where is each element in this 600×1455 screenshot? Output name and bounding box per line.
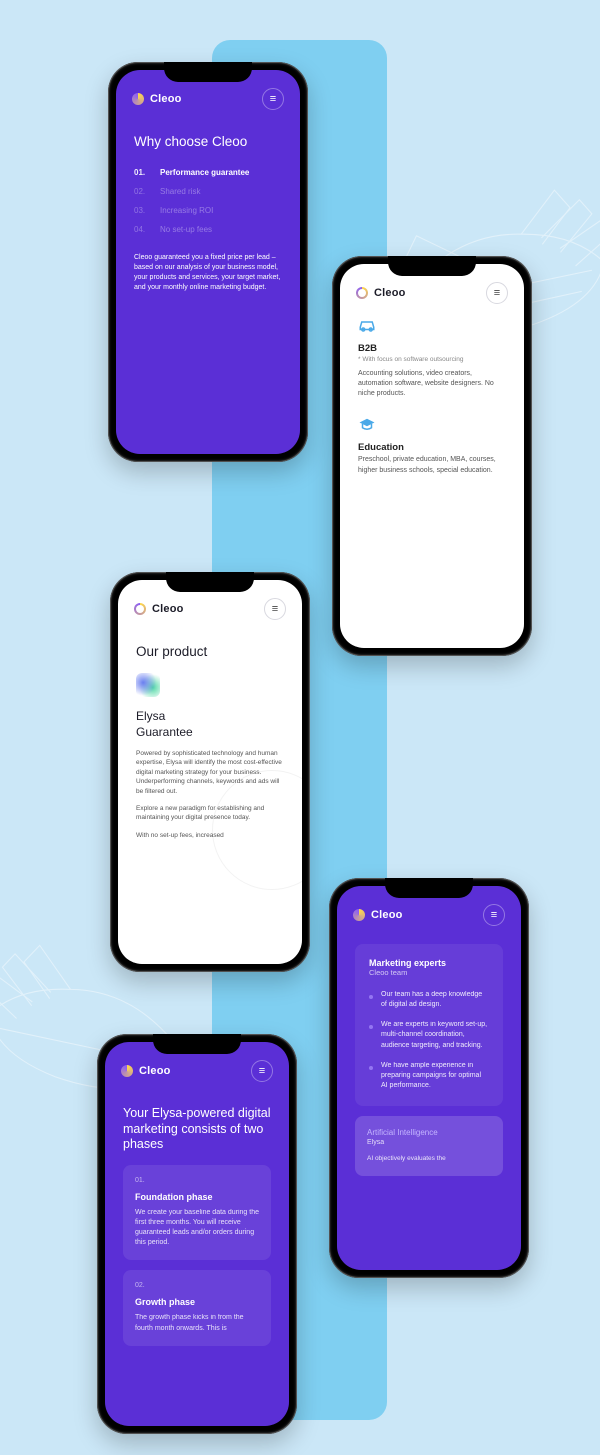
hamburger-icon: ≡	[259, 1065, 265, 1077]
phone-mockup-experts: Cleoo ≡ Marketing experts Cleoo team Our…	[329, 878, 529, 1278]
car-icon	[358, 318, 506, 337]
phone-mockup-phases: Cleoo ≡ Your Elysa-powered digital marke…	[97, 1034, 297, 1434]
screen-phases: Cleoo ≡ Your Elysa-powered digital marke…	[105, 1042, 289, 1426]
phase-body: The growth phase kicks in from the fourt…	[135, 1313, 259, 1333]
phone-mockup-why-choose: Cleoo ≡ Why choose Cleoo 01. Performance…	[108, 62, 308, 462]
screen-experts: Cleoo ≡ Marketing experts Cleoo team Our…	[337, 886, 521, 1270]
feature-item[interactable]: 03. Increasing ROI	[134, 201, 282, 220]
menu-button[interactable]: ≡	[264, 598, 286, 620]
phone-notch	[385, 878, 473, 898]
phone-mockup-product: Cleoo ≡ Our product Elysa Guarantee Powe…	[110, 572, 310, 972]
phase-title: Growth phase	[135, 1297, 259, 1307]
phase-card-growth: 02. Growth phase The growth phase kicks …	[123, 1270, 271, 1345]
ai-card: Artificial Intelligence Elysa AI objecti…	[355, 1116, 503, 1175]
graduation-icon	[358, 417, 506, 436]
ai-subtitle: Elysa	[367, 1139, 491, 1146]
product-subtitle: Guarantee	[136, 725, 284, 739]
hamburger-icon: ≡	[270, 93, 276, 105]
phase-number: 02.	[135, 1282, 259, 1289]
ai-body: AI objectively evaluates the	[367, 1154, 491, 1163]
vertical-body: Accounting solutions, video creators, au…	[358, 369, 506, 399]
screen-product: Cleoo ≡ Our product Elysa Guarantee Powe…	[118, 580, 302, 964]
experts-card: Marketing experts Cleoo team Our team ha…	[355, 944, 503, 1106]
experts-title: Marketing experts	[369, 958, 489, 968]
phase-title: Foundation phase	[135, 1192, 259, 1202]
phone-notch	[153, 1034, 241, 1054]
section-heading: Why choose Cleoo	[134, 134, 282, 151]
feature-item[interactable]: 02. Shared risk	[134, 182, 282, 201]
logo-icon	[353, 909, 365, 921]
brand-name: Cleoo	[371, 909, 403, 921]
vertical-title: B2B	[358, 343, 506, 354]
screen-verticals: Cleoo ≡ B2B * With focus on software out…	[340, 264, 524, 648]
brand-name: Cleoo	[139, 1065, 171, 1077]
hamburger-icon: ≡	[272, 603, 278, 615]
menu-button[interactable]: ≡	[483, 904, 505, 926]
experts-bullet: Our team has a deep knowledge of digital…	[369, 985, 489, 1015]
brand[interactable]: Cleoo	[356, 287, 406, 299]
brand-name: Cleoo	[374, 287, 406, 299]
experts-bullet: We have ample experience in preparing ca…	[369, 1056, 489, 1096]
feature-item[interactable]: 04. No set-up fees	[134, 220, 282, 239]
phone-notch	[388, 256, 476, 276]
logo-icon	[134, 603, 146, 615]
product-name: Elysa	[136, 709, 284, 723]
screen-why-choose: Cleoo ≡ Why choose Cleoo 01. Performance…	[116, 70, 300, 454]
section-heading: Your Elysa-powered digital marketing con…	[123, 1106, 271, 1153]
phone-notch	[166, 572, 254, 592]
feature-list: 01. Performance guarantee 02. Shared ris…	[134, 163, 282, 239]
brand-name: Cleoo	[152, 603, 184, 615]
section-heading: Our product	[136, 644, 284, 661]
vertical-note: * With focus on software outsourcing	[358, 356, 506, 363]
feature-description: Cleoo guaranteed you a fixed price per l…	[134, 253, 282, 294]
phone-notch	[164, 62, 252, 82]
vertical-card-b2b: B2B * With focus on software outsourcing…	[358, 318, 506, 399]
logo-icon	[121, 1065, 133, 1077]
feature-item[interactable]: 01. Performance guarantee	[134, 163, 282, 182]
hamburger-icon: ≡	[494, 287, 500, 299]
product-logo-icon	[136, 673, 160, 697]
menu-button[interactable]: ≡	[251, 1060, 273, 1082]
experts-bullet: We are experts in keyword set-up, multi-…	[369, 1015, 489, 1055]
brand[interactable]: Cleoo	[134, 603, 184, 615]
brand[interactable]: Cleoo	[132, 93, 182, 105]
menu-button[interactable]: ≡	[486, 282, 508, 304]
brand[interactable]: Cleoo	[353, 909, 403, 921]
hamburger-icon: ≡	[491, 909, 497, 921]
product-body: Explore a new paradigm for establishing …	[136, 804, 284, 823]
product-body: Powered by sophisticated technology and …	[136, 749, 284, 796]
vertical-card-education: Education Preschool, private education, …	[358, 417, 506, 475]
phase-body: We create your baseline data during the …	[135, 1208, 259, 1249]
vertical-body: Preschool, private education, MBA, cours…	[358, 455, 506, 475]
logo-icon	[356, 287, 368, 299]
brand-name: Cleoo	[150, 93, 182, 105]
phase-card-foundation: 01. Foundation phase We create your base…	[123, 1165, 271, 1261]
phase-number: 01.	[135, 1177, 259, 1184]
experts-bullet-list: Our team has a deep knowledge of digital…	[369, 985, 489, 1096]
brand[interactable]: Cleoo	[121, 1065, 171, 1077]
logo-icon	[132, 93, 144, 105]
product-body: With no set-up fees, increased	[136, 831, 284, 840]
experts-subtitle: Cleoo team	[369, 968, 489, 977]
menu-button[interactable]: ≡	[262, 88, 284, 110]
ai-title: Artificial Intelligence	[367, 1128, 491, 1137]
phone-mockup-verticals: Cleoo ≡ B2B * With focus on software out…	[332, 256, 532, 656]
vertical-title: Education	[358, 442, 506, 453]
